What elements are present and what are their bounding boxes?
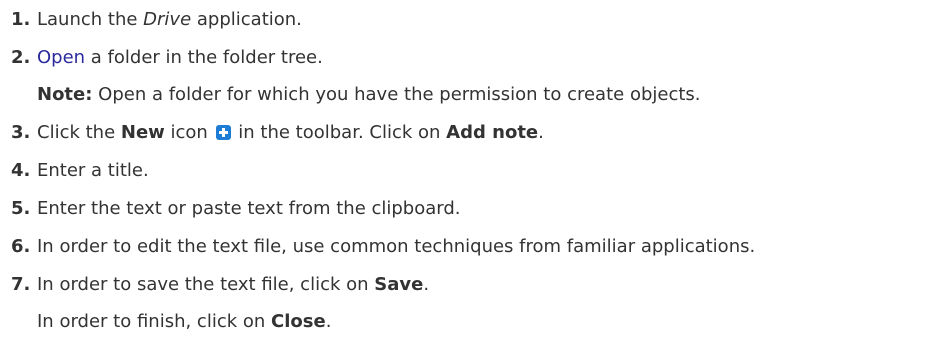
open-folder-link[interactable]: Open xyxy=(37,47,85,68)
plus-square-icon xyxy=(215,125,231,140)
step-text: Enter the text or paste text from the cl… xyxy=(37,198,461,219)
step-text: Click the xyxy=(37,122,121,143)
step-1: 1. Launch the Drive application. xyxy=(0,6,938,34)
step-number: 4. xyxy=(11,160,31,181)
step-text: Launch the xyxy=(37,9,144,30)
add-note-label: Add note xyxy=(446,122,539,143)
step-3: 3. Click the New icon in the toolbar. Cl… xyxy=(0,119,938,147)
step-4: 4. Enter a title. xyxy=(0,157,938,185)
step-7: 7. In order to save the text file, click… xyxy=(0,271,938,336)
step-number: 3. xyxy=(11,122,31,143)
step-text: a folder in the folder tree. xyxy=(85,47,323,68)
step-text: In order to finish, click on xyxy=(37,311,272,332)
step-6: 6. In order to edit the text file, use c… xyxy=(0,233,938,261)
step-text: In order to edit the text file, use comm… xyxy=(37,236,756,257)
app-name: Drive xyxy=(143,9,192,30)
step-number: 5. xyxy=(11,198,31,219)
step-text: Enter a title. xyxy=(37,160,149,181)
step-number: 2. xyxy=(11,47,31,68)
step-number: 6. xyxy=(11,236,31,257)
step-text: . xyxy=(538,122,544,143)
close-label: Close xyxy=(271,311,326,332)
step-number: 1. xyxy=(11,9,31,30)
step-2: 2. Open a folder in the folder tree. Not… xyxy=(0,44,938,109)
step-note: Note: Open a folder for which you have t… xyxy=(37,81,938,109)
step-number: 7. xyxy=(11,274,31,295)
save-label: Save xyxy=(374,274,424,295)
step-text: . xyxy=(423,274,430,295)
note-label: Note: xyxy=(37,84,93,105)
step-text: In order to save the text file, click on xyxy=(37,274,375,295)
instruction-list: 1. Launch the Drive application. 2. Open… xyxy=(0,0,938,336)
step-text: application. xyxy=(191,9,302,30)
step-text: . xyxy=(325,311,332,332)
step-5: 5. Enter the text or paste text from the… xyxy=(0,195,938,223)
step-text: icon xyxy=(164,122,208,143)
step-text: in the toolbar. Click on xyxy=(232,122,447,143)
new-label: New xyxy=(120,122,165,143)
note-text: Open a folder for which you have the per… xyxy=(92,84,701,105)
